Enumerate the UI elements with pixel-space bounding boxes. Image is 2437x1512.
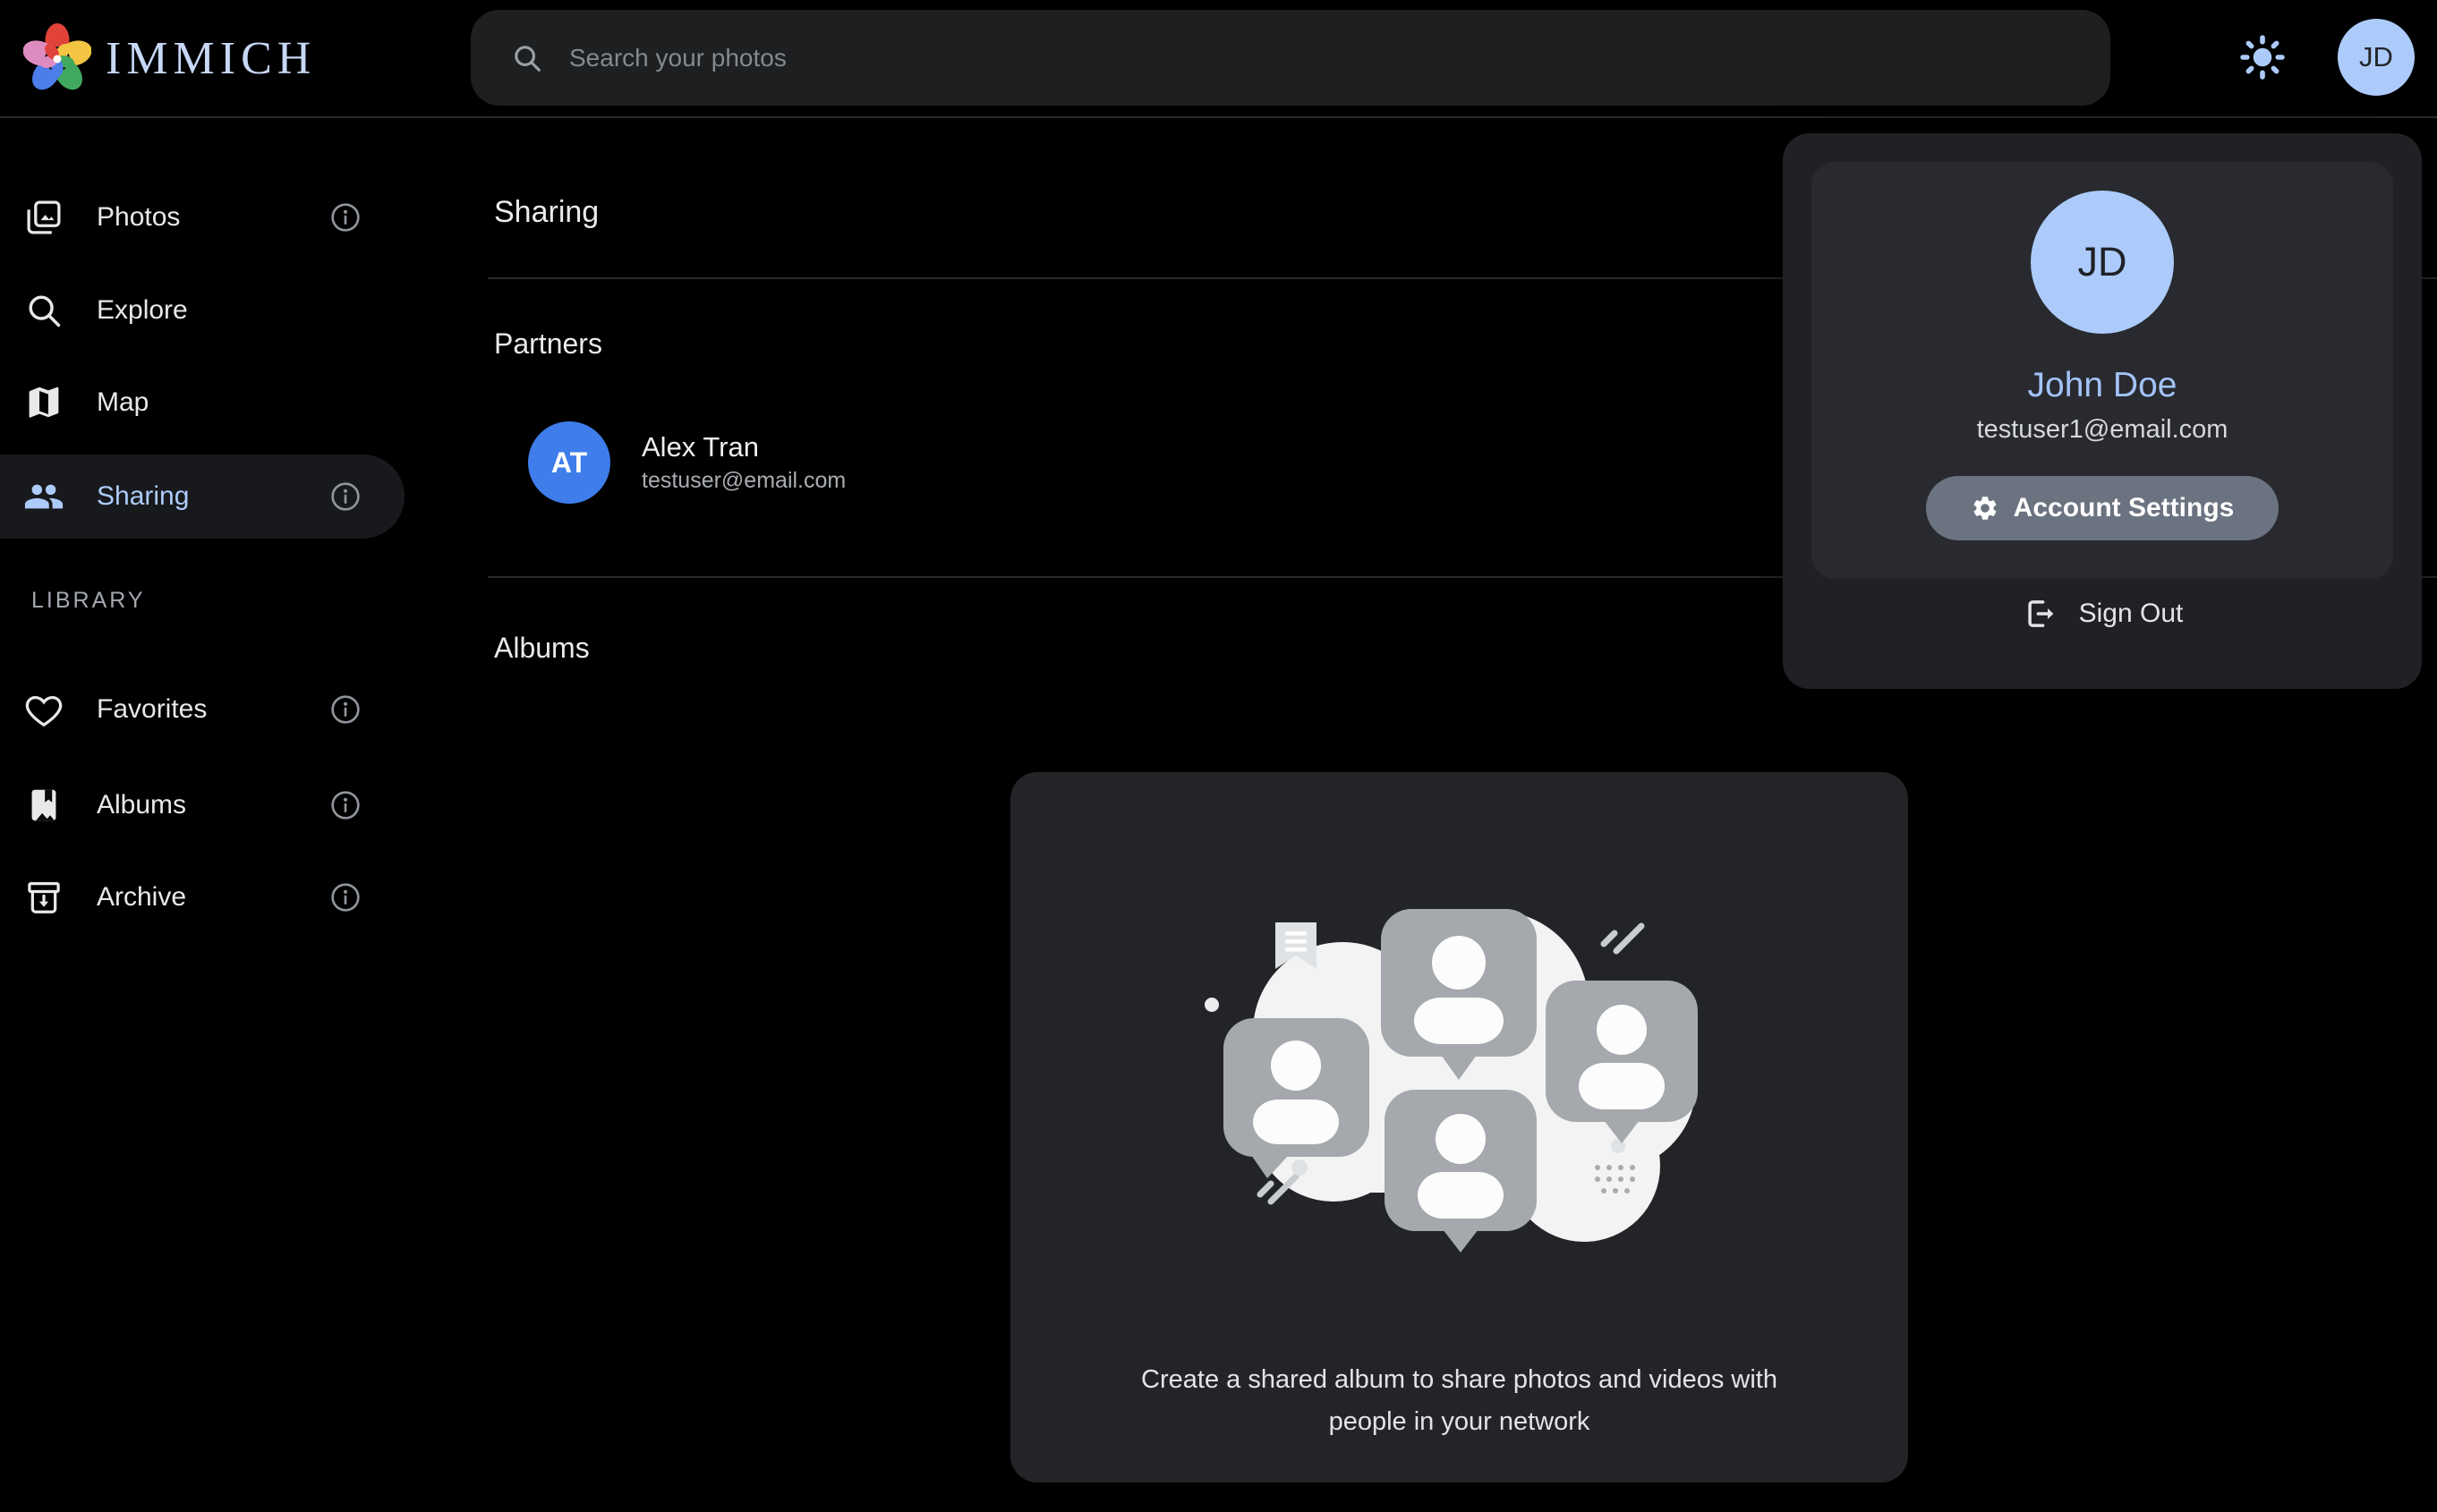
search-input[interactable] [567, 43, 2110, 73]
user-avatar-button[interactable]: JD [2338, 19, 2415, 96]
sidebar-item-explore[interactable]: Explore [0, 268, 405, 353]
heart-icon [23, 689, 64, 730]
sidebar-item-label: Map [97, 387, 149, 418]
user-avatar-initials: JD [2359, 41, 2393, 73]
sidebar-item-label: Albums [97, 790, 186, 820]
immich-app: IMMICH JD [0, 0, 2437, 1512]
partner-avatar: AT [528, 421, 610, 504]
immich-flower-logo[interactable] [23, 21, 91, 95]
photos-icon [23, 197, 64, 238]
top-bar: IMMICH JD [0, 0, 2437, 118]
photos-info-icon[interactable] [328, 200, 363, 235]
people-icon [23, 476, 64, 517]
sidebar-item-archive[interactable]: Archive [0, 855, 405, 939]
account-avatar: JD [2031, 191, 2174, 334]
sidebar-section-library: LIBRARY [31, 588, 146, 614]
empty-state-line2: people in your network [1046, 1401, 1872, 1443]
archive-icon [23, 877, 64, 918]
empty-state-line1: Create a shared album to share photos an… [1046, 1359, 1872, 1401]
albums-info-icon[interactable] [328, 787, 363, 823]
theme-toggle-button[interactable] [2237, 32, 2288, 82]
partner-avatar-initials: AT [551, 446, 587, 480]
account-menu: JD John Doe testuser1@email.com Account … [1783, 133, 2422, 689]
empty-state-text: Create a shared album to share photos an… [1046, 1359, 1872, 1443]
partner-info: Alex Tran testuser@email.com [642, 429, 846, 496]
sharing-info-icon[interactable] [328, 479, 363, 514]
sidebar-item-favorites[interactable]: Favorites [0, 667, 405, 752]
partner-email: testuser@email.com [642, 465, 846, 496]
sidebar-item-label: Photos [97, 202, 180, 233]
sign-out-label: Sign Out [2079, 599, 2184, 629]
sidebar-item-label: Archive [97, 882, 186, 913]
account-settings-label: Account Settings [2014, 493, 2235, 523]
sidebar-item-albums[interactable]: Albums [0, 763, 405, 847]
album-icon [23, 785, 64, 826]
sidebar-item-label: Sharing [97, 481, 189, 512]
archive-info-icon[interactable] [328, 879, 363, 915]
account-info-card: JD John Doe testuser1@email.com Account … [1811, 162, 2393, 579]
sign-out-icon [2022, 595, 2059, 633]
explore-search-icon [23, 290, 64, 331]
page-title: Sharing [494, 195, 599, 230]
map-icon [23, 382, 64, 423]
sidebar-item-sharing[interactable]: Sharing [0, 454, 405, 539]
account-settings-button[interactable]: Account Settings [1926, 476, 2279, 540]
create-shared-album-card[interactable]: Create a shared album to share photos an… [1010, 772, 1908, 1482]
account-avatar-initials: JD [2078, 239, 2127, 285]
sun-icon [2237, 32, 2288, 82]
shared-album-illustration [1199, 897, 1711, 1253]
albums-heading: Albums [494, 632, 590, 665]
partner-row[interactable]: AT Alex Tran testuser@email.com [528, 421, 846, 504]
search-icon [510, 41, 544, 75]
favorites-info-icon[interactable] [328, 692, 363, 727]
app-title: IMMICH [106, 32, 316, 85]
sidebar-item-photos[interactable]: Photos [0, 175, 405, 259]
sidebar-item-map[interactable]: Map [0, 361, 405, 445]
search-bar[interactable] [471, 10, 2110, 106]
account-email: testuser1@email.com [1811, 415, 2393, 445]
partners-heading: Partners [494, 327, 602, 361]
account-name: John Doe [1811, 366, 2393, 405]
sidebar-item-label: Favorites [97, 694, 207, 725]
sign-out-button[interactable]: Sign Out [1783, 591, 2422, 636]
sidebar-item-label: Explore [97, 295, 188, 326]
partner-name: Alex Tran [642, 429, 846, 465]
gear-icon [1971, 494, 1999, 522]
